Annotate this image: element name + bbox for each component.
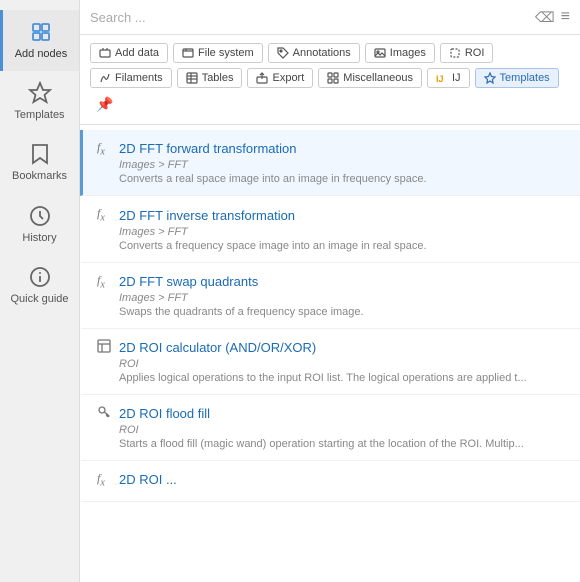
result-item-header: fx 2D FFT swap quadrants bbox=[97, 273, 566, 290]
ij-icon: IJ bbox=[436, 72, 448, 84]
result-desc: Converts a real space image into an imag… bbox=[119, 173, 549, 185]
result-desc: Applies logical operations to the input … bbox=[119, 372, 549, 384]
sidebar-item-bookmarks-label: Bookmarks bbox=[12, 170, 67, 183]
calculator-icon bbox=[97, 339, 113, 356]
result-desc: Swaps the quadrants of a frequency space… bbox=[119, 306, 549, 318]
bookmarks-icon bbox=[28, 142, 52, 166]
result-item-r1[interactable]: fx 2D FFT forward transformation Images … bbox=[80, 130, 580, 196]
pin-button[interactable]: 📌 bbox=[90, 93, 119, 116]
sidebar-item-history[interactable]: History bbox=[0, 194, 79, 255]
templates-icon bbox=[28, 81, 52, 105]
search-menu-button[interactable]: ≡ bbox=[561, 8, 570, 26]
result-item-header: fx 2D FFT inverse transformation bbox=[97, 206, 566, 223]
result-category: Images > FFT bbox=[119, 159, 566, 171]
star-icon bbox=[484, 72, 496, 84]
filter-annotations[interactable]: Annotations bbox=[268, 43, 360, 63]
image-icon bbox=[374, 47, 386, 59]
search-clear-button[interactable]: ⌫ bbox=[535, 9, 555, 26]
fx-icon: fx bbox=[97, 273, 113, 290]
result-item-r4[interactable]: 2D ROI calculator (AND/OR/XOR) ROI Appli… bbox=[80, 329, 580, 395]
svg-text:IJ: IJ bbox=[436, 74, 444, 84]
result-title: 2D ROI ... bbox=[119, 472, 177, 487]
result-item-r2[interactable]: fx 2D FFT inverse transformation Images … bbox=[80, 196, 580, 262]
filter-tables[interactable]: Tables bbox=[177, 68, 243, 88]
sidebar-item-add-nodes-label: Add nodes bbox=[15, 48, 68, 61]
file-icon bbox=[182, 47, 194, 59]
results-list: fx 2D FFT forward transformation Images … bbox=[80, 125, 580, 582]
sidebar-item-templates-label: Templates bbox=[14, 109, 64, 122]
misc-icon bbox=[327, 72, 339, 84]
result-item-header: 2D ROI flood fill bbox=[97, 405, 566, 422]
filter-images[interactable]: Images bbox=[365, 43, 435, 63]
sidebar: Add nodes Templates Bookmarks History Qu… bbox=[0, 0, 80, 582]
result-desc: Converts a frequency space image into an… bbox=[119, 240, 549, 252]
search-bar: ⌫ ≡ bbox=[80, 0, 580, 35]
result-item-header: 2D ROI calculator (AND/OR/XOR) bbox=[97, 339, 566, 356]
filter-ij[interactable]: IJ IJ bbox=[427, 68, 470, 88]
quick-guide-icon bbox=[28, 265, 52, 289]
result-category: Images > FFT bbox=[119, 226, 566, 238]
sidebar-item-bookmarks[interactable]: Bookmarks bbox=[0, 132, 79, 193]
result-title: 2D ROI flood fill bbox=[119, 406, 210, 421]
result-title: 2D FFT forward transformation bbox=[119, 141, 296, 156]
result-title: 2D FFT swap quadrants bbox=[119, 274, 258, 289]
filter-file-system[interactable]: File system bbox=[173, 43, 263, 63]
search-input[interactable] bbox=[90, 10, 529, 25]
result-item-r6[interactable]: fx 2D ROI ... bbox=[80, 461, 580, 501]
filament-icon bbox=[99, 72, 111, 84]
fx-icon: fx bbox=[97, 140, 113, 157]
result-item-r5[interactable]: 2D ROI flood fill ROI Starts a flood fil… bbox=[80, 395, 580, 461]
result-desc: Starts a flood fill (magic wand) operati… bbox=[119, 438, 549, 450]
result-item-header: fx 2D FFT forward transformation bbox=[97, 140, 566, 157]
filter-filaments[interactable]: Filaments bbox=[90, 68, 172, 88]
result-category: Images > FFT bbox=[119, 292, 566, 304]
tag-icon bbox=[277, 47, 289, 59]
fx-icon: fx bbox=[97, 206, 113, 223]
add-nodes-icon bbox=[29, 20, 53, 44]
filter-bar: Add data File system Annotations Im bbox=[80, 35, 580, 125]
sidebar-item-templates[interactable]: Templates bbox=[0, 71, 79, 132]
result-title: 2D FFT inverse transformation bbox=[119, 208, 295, 223]
fx-icon: fx bbox=[97, 471, 113, 488]
sidebar-item-quick-guide-label: Quick guide bbox=[10, 293, 68, 306]
main-panel: ⌫ ≡ Add data File system A bbox=[80, 0, 580, 582]
table-icon bbox=[186, 72, 198, 84]
filter-miscellaneous[interactable]: Miscellaneous bbox=[318, 68, 422, 88]
result-category: ROI bbox=[119, 424, 566, 436]
export-icon bbox=[256, 72, 268, 84]
roi-icon bbox=[449, 47, 461, 59]
filter-templates[interactable]: Templates bbox=[475, 68, 559, 88]
sidebar-item-add-nodes[interactable]: Add nodes bbox=[0, 10, 79, 71]
flood-fill-icon bbox=[97, 405, 113, 422]
filter-export[interactable]: Export bbox=[247, 68, 313, 88]
filter-roi[interactable]: ROI bbox=[440, 43, 494, 63]
history-icon bbox=[28, 204, 52, 228]
sidebar-item-quick-guide[interactable]: Quick guide bbox=[0, 255, 79, 316]
result-category: ROI bbox=[119, 358, 566, 370]
sidebar-item-history-label: History bbox=[22, 232, 56, 245]
data-icon bbox=[99, 47, 111, 59]
result-title: 2D ROI calculator (AND/OR/XOR) bbox=[119, 340, 316, 355]
result-item-header: fx 2D ROI ... bbox=[97, 471, 566, 488]
filter-add-data[interactable]: Add data bbox=[90, 43, 168, 63]
result-item-r3[interactable]: fx 2D FFT swap quadrants Images > FFT Sw… bbox=[80, 263, 580, 329]
